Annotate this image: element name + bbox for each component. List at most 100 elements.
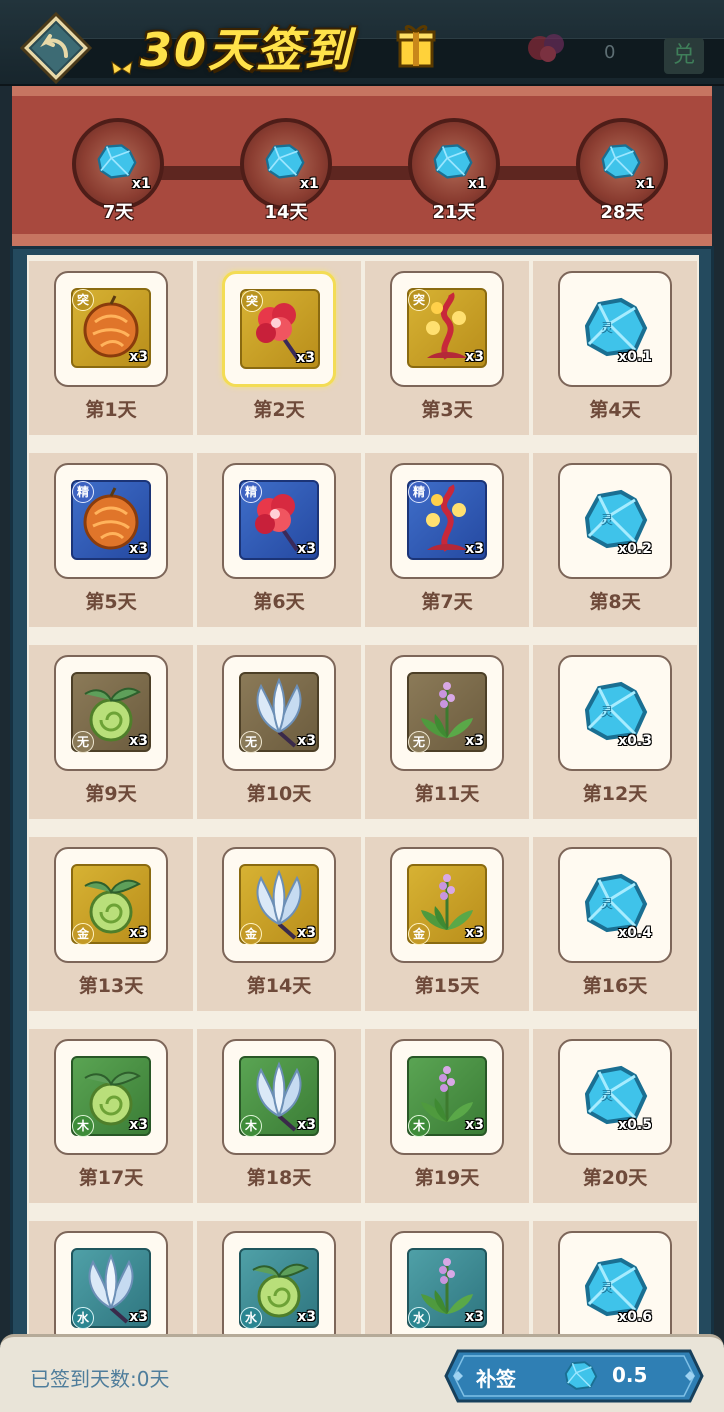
reward-qty: x3 — [297, 1117, 316, 1133]
milestone-reward[interactable]: x1 14天 — [240, 118, 332, 238]
reward-qty: x0.2 — [618, 541, 652, 557]
day-label: 第20天 — [582, 1167, 648, 1189]
reward-qty: x0.4 — [618, 925, 652, 941]
grade-badge: 突 — [241, 290, 263, 312]
day-reward-cell[interactable]: 灵 x0.3 第12天 — [533, 645, 697, 819]
grade-badge: 水 — [72, 1307, 94, 1329]
day-label: 第1天 — [85, 399, 137, 421]
reward-slot: 灵 x0.4 — [558, 847, 672, 963]
grade-badge: 精 — [408, 481, 430, 503]
day-reward-cell[interactable]: 突 x3 第2天 — [197, 261, 361, 435]
reward-slot: 灵 x0.5 — [558, 1039, 672, 1155]
day-reward-cell[interactable]: 突 x3 第3天 — [365, 261, 529, 435]
day-reward-cell[interactable]: 灵 x0.2 第8天 — [533, 453, 697, 627]
day-reward-cell[interactable]: 金 x3 第13天 — [29, 837, 193, 1011]
reward-slot: 精 x3 — [222, 463, 336, 579]
reward-qty: x0.6 — [618, 1309, 652, 1325]
reward-slot: 金 x3 — [222, 847, 336, 963]
reward-qty: x3 — [129, 1309, 148, 1325]
day-label: 第7天 — [421, 591, 473, 613]
grade-badge: 无 — [72, 731, 94, 753]
milestone-label: 28天 — [600, 202, 644, 223]
day-label: 第13天 — [78, 975, 144, 997]
resign-cost: 0.5 — [612, 1363, 648, 1387]
day-reward-cell[interactable]: 精 x3 第5天 — [29, 453, 193, 627]
day-label: 第16天 — [582, 975, 648, 997]
day-reward-cell[interactable]: 无 x3 第11天 — [365, 645, 529, 819]
reward-qty: x3 — [297, 1309, 316, 1325]
day-label: 第9天 — [85, 783, 137, 805]
milestone-qty: x1 — [636, 176, 655, 192]
reward-qty: x0.5 — [618, 1117, 652, 1133]
day-label: 第3天 — [421, 399, 473, 421]
day-label: 第14天 — [246, 975, 312, 997]
grade-badge: 突 — [72, 289, 94, 311]
page-title: 30天签到 — [140, 23, 353, 77]
grade-badge: 金 — [408, 923, 430, 945]
milestone-reward[interactable]: x1 7天 — [72, 118, 164, 238]
grade-badge: 无 — [408, 731, 430, 753]
day-reward-cell[interactable]: 突 x3 第1天 — [29, 261, 193, 435]
reward-slot: 水 x3 — [54, 1231, 168, 1347]
resign-button[interactable]: 补签 0.5 — [444, 1349, 704, 1403]
reward-qty: x3 — [465, 1117, 484, 1133]
reward-slot: 金 x3 — [390, 847, 504, 963]
grade-badge: 金 — [240, 923, 262, 945]
day-reward-cell[interactable]: 金 x3 第15天 — [365, 837, 529, 1011]
exchange-button[interactable]: 兑 — [664, 38, 704, 74]
day-reward-cell[interactable]: 灵 x0.1 第4天 — [533, 261, 697, 435]
grade-badge: 木 — [240, 1115, 262, 1137]
reward-slot: 灵 x0.3 — [558, 655, 672, 771]
reward-slot: 无 x3 — [222, 655, 336, 771]
grade-badge: 水 — [240, 1307, 262, 1329]
flower-icon — [520, 28, 576, 68]
milestone-qty: x1 — [300, 176, 319, 192]
milestone-reward[interactable]: x1 21天 — [408, 118, 500, 238]
day-label: 第10天 — [246, 783, 312, 805]
day-reward-cell[interactable]: 灵 x0.5 第20天 — [533, 1029, 697, 1203]
reward-qty: x3 — [296, 350, 315, 366]
day-reward-cell[interactable]: 木 x3 第19天 — [365, 1029, 529, 1203]
day-reward-cell[interactable]: 精 x3 第7天 — [365, 453, 529, 627]
reward-qty: x3 — [465, 733, 484, 749]
reward-slot: 水 x3 — [222, 1231, 336, 1347]
day-label: 第5天 — [85, 591, 137, 613]
day-reward-cell[interactable]: 木 x3 第18天 — [197, 1029, 361, 1203]
day-reward-cell[interactable]: 木 x3 第17天 — [29, 1029, 193, 1203]
top-bar: 0 兑 30天签到 — [0, 0, 724, 86]
reward-slot: 灵 x0.6 — [558, 1231, 672, 1347]
day-label: 第11天 — [414, 783, 480, 805]
day-label: 第12天 — [582, 783, 648, 805]
reward-slot: 木 x3 — [54, 1039, 168, 1155]
svg-text:灵: 灵 — [601, 513, 613, 527]
day-reward-cell[interactable]: 无 x3 第10天 — [197, 645, 361, 819]
reward-slot: 精 x3 — [390, 463, 504, 579]
back-button[interactable] — [19, 11, 93, 85]
reward-slot: 突 x3 — [390, 271, 504, 387]
reward-slot: 无 x3 — [390, 655, 504, 771]
day-reward-cell[interactable]: 金 x3 第14天 — [197, 837, 361, 1011]
reward-grid: 突 x3 第1天 突 x3 第2天 突 x3 第3天 灵 x0.1 第4天 精 … — [27, 255, 699, 1412]
milestone-label: 21天 — [432, 202, 476, 223]
day-reward-cell[interactable]: 无 x3 第9天 — [29, 645, 193, 819]
reward-slot: 金 x3 — [54, 847, 168, 963]
day-reward-cell[interactable]: 灵 x0.4 第16天 — [533, 837, 697, 1011]
signed-days-count: 已签到天数:0天 — [30, 1367, 170, 1391]
butterfly-icon — [110, 60, 134, 78]
reward-slot: 精 x3 — [54, 463, 168, 579]
reward-qty: x3 — [465, 1309, 484, 1325]
grade-badge: 木 — [408, 1115, 430, 1137]
svg-text:灵: 灵 — [601, 321, 613, 335]
reward-qty: x3 — [465, 349, 484, 365]
day-reward-cell[interactable]: 精 x3 第6天 — [197, 453, 361, 627]
reward-qty: x3 — [297, 541, 316, 557]
milestone-label: 14天 — [264, 202, 308, 223]
day-label: 第4天 — [589, 399, 641, 421]
day-label: 第2天 — [253, 399, 305, 421]
spirit-stone-icon — [562, 1359, 600, 1393]
back-arrow-icon — [19, 11, 93, 85]
reward-slot: 水 x3 — [390, 1231, 504, 1347]
grade-badge: 木 — [72, 1115, 94, 1137]
milestone-reward[interactable]: x1 28天 — [576, 118, 668, 238]
grade-badge: 精 — [72, 481, 94, 503]
